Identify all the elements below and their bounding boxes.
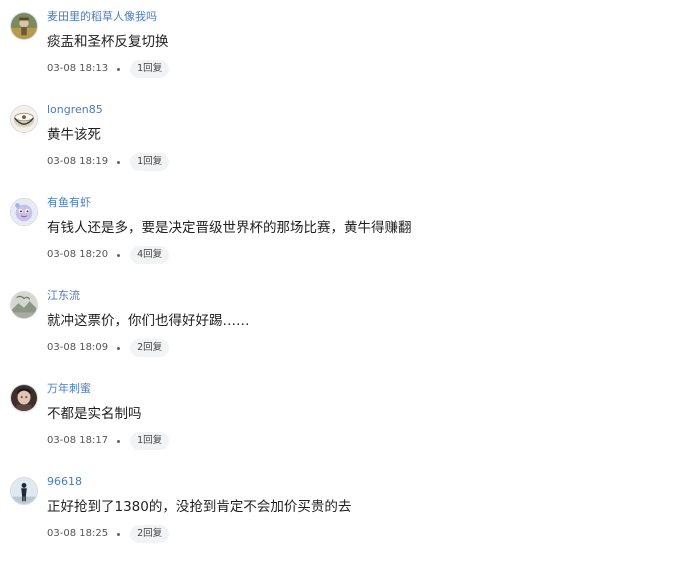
avatar-landscape-icon [11,292,37,318]
username[interactable]: 有鱼有虾 [47,196,91,210]
comment-meta: 03-08 18:09 2回复 [47,339,170,357]
separator-dot [117,346,121,350]
comment-time: 03-08 18:13 [47,63,109,74]
separator-dot [117,532,121,536]
avatar[interactable] [10,384,38,412]
reply-count-button[interactable]: 4回复 [130,246,170,264]
comment-time: 03-08 18:19 [47,156,109,167]
reply-count-button[interactable]: 1回复 [130,60,170,78]
reply-count-button[interactable]: 1回复 [130,153,170,171]
username[interactable]: 万年刺蜜 [47,382,91,396]
comment-meta: 03-08 18:13 1回复 [47,60,170,78]
comment-item: longren85 黄牛该死 03-08 18:19 1回复 [0,93,700,186]
comment-item: 江东流 就冲这票价，你们也得好好踢…… 03-08 18:09 2回复 [0,279,700,372]
comment-time: 03-08 18:09 [47,342,109,353]
avatar[interactable] [10,105,38,133]
reply-count-button[interactable]: 2回复 [130,339,170,357]
avatar[interactable] [10,198,38,226]
comment-time: 03-08 18:25 [47,528,109,539]
avatar[interactable] [10,477,38,505]
username[interactable]: 江东流 [47,289,80,303]
avatar[interactable] [10,12,38,40]
comment-text: 就冲这票价，你们也得好好踢…… [47,313,250,329]
username[interactable]: 96618 [47,475,82,489]
comment-text: 有钱人还是多，要是决定晋级世界杯的那场比赛，黄牛得赚翻 [47,220,412,236]
reply-count-button[interactable]: 1回复 [130,432,170,450]
comment-item: 96618 正好抢到了1380的，没抢到肯定不会加价买贵的去 03-08 18:… [0,465,700,558]
avatar[interactable] [10,291,38,319]
avatar-cartoon-icon [11,199,37,225]
comment-time: 03-08 18:20 [47,249,109,260]
comment-meta: 03-08 18:25 2回复 [47,525,170,543]
comment-item: 万年刺蜜 不都是实名制吗 03-08 18:17 1回复 [0,372,700,465]
comment-time: 03-08 18:17 [47,435,109,446]
comment-meta: 03-08 18:20 4回复 [47,246,170,264]
separator-dot [117,67,121,71]
avatar-figure-icon [11,478,37,504]
separator-dot [117,160,121,164]
comment-item: 麦田里的稻草人像我吗 痰盂和圣杯反复切换 03-08 18:13 1回复 [0,0,700,93]
comment-text: 不都是实名制吗 [47,406,142,422]
avatar-cup-icon [11,106,37,132]
comment-text: 正好抢到了1380的，没抢到肯定不会加价买贵的去 [47,499,352,515]
avatar-scarecrow-icon [11,13,37,39]
comment-item: 有鱼有虾 有钱人还是多，要是决定晋级世界杯的那场比赛，黄牛得赚翻 03-08 1… [0,186,700,279]
reply-count-button[interactable]: 2回复 [130,525,170,543]
avatar-portrait-icon [11,385,37,411]
comment-meta: 03-08 18:17 1回复 [47,432,170,450]
comment-text: 痰盂和圣杯反复切换 [47,34,169,50]
separator-dot [117,253,121,257]
comment-text: 黄牛该死 [47,127,101,143]
username[interactable]: 麦田里的稻草人像我吗 [47,10,157,24]
comment-meta: 03-08 18:19 1回复 [47,153,170,171]
comment-list: 麦田里的稻草人像我吗 痰盂和圣杯反复切换 03-08 18:13 1回复 lon… [0,0,700,569]
username[interactable]: longren85 [47,103,103,117]
separator-dot [117,439,121,443]
